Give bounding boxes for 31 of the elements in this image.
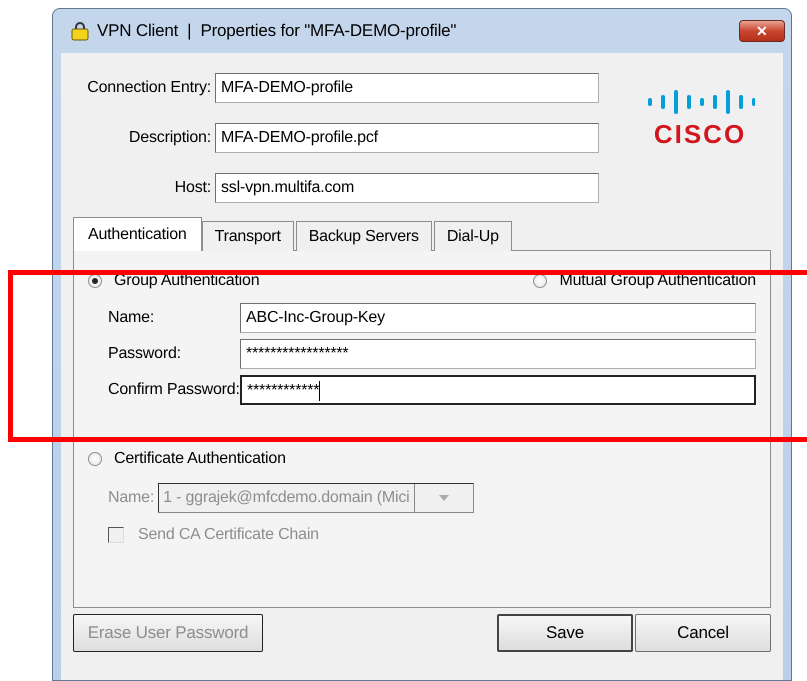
caret-icon xyxy=(438,495,449,501)
field-label: Name: xyxy=(108,488,154,508)
input-field[interactable]: ssl-vpn.multifa.com xyxy=(215,173,599,203)
field-label: Password: xyxy=(107,344,182,364)
button[interactable]: Cancel xyxy=(635,614,771,652)
tab[interactable]: Backup Servers xyxy=(296,221,432,251)
field-label: Description: xyxy=(128,128,212,148)
radio-button[interactable] xyxy=(88,274,102,288)
padlock-icon xyxy=(71,21,89,41)
radio-button[interactable] xyxy=(533,274,548,288)
field-label: Confirm Password: xyxy=(107,380,240,400)
option-label: Mutual Group Authentication xyxy=(559,271,756,291)
option-label: Group Authentication xyxy=(114,271,260,291)
input-field[interactable]: ***************** xyxy=(240,339,756,369)
button[interactable]: Save xyxy=(497,614,633,652)
tab[interactable]: Dial-Up xyxy=(434,221,512,251)
input-field[interactable]: ************ xyxy=(240,375,756,405)
close-button[interactable]: ✕ xyxy=(739,20,785,42)
option-label: Certificate Authentication xyxy=(114,449,286,469)
input-field[interactable]: MFA-DEMO-profile xyxy=(215,73,599,103)
input-field[interactable]: ABC-Inc-Group-Key xyxy=(240,303,756,333)
tab[interactable]: Authentication xyxy=(73,217,202,251)
window-title: VPN Client | Properties for "MFA-DEMO-profile" xyxy=(97,20,456,42)
field-label: Host: xyxy=(174,178,212,198)
input-field[interactable]: MFA-DEMO-profile.pcf xyxy=(215,123,599,153)
tab[interactable]: Transport xyxy=(202,221,294,251)
field-label: Connection Entry: xyxy=(86,78,212,98)
logo-bars-icon xyxy=(645,89,755,117)
logo-text: CISCO xyxy=(654,119,746,149)
checkbox-label: Send CA Certificate Chain xyxy=(138,525,319,545)
field-label: Name: xyxy=(107,308,156,328)
